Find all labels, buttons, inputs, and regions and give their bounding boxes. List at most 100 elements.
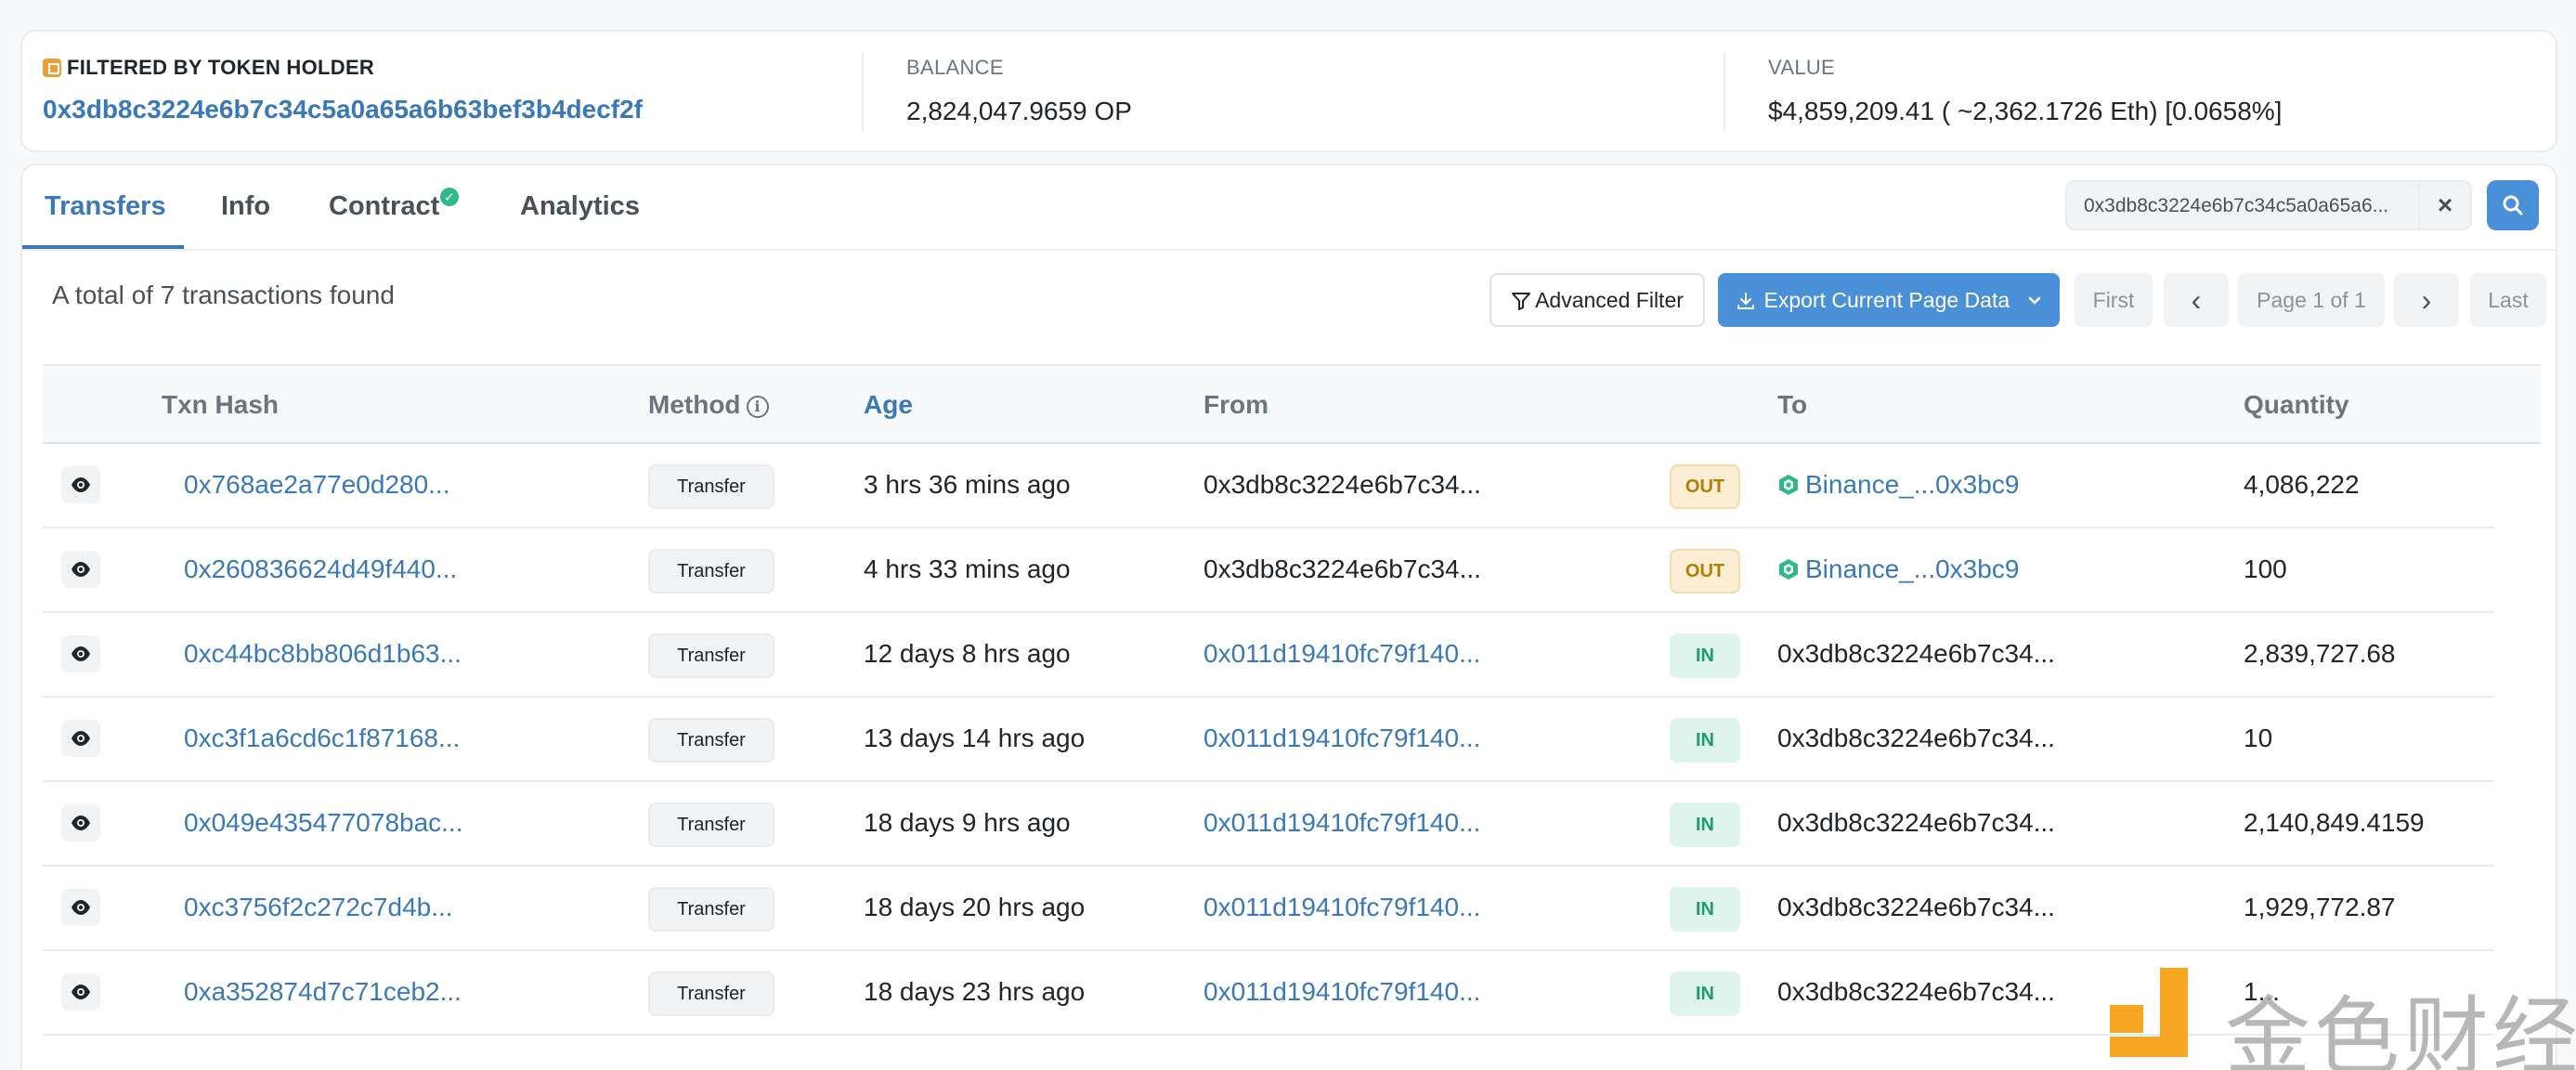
method-badge: Transfer — [648, 549, 774, 594]
eye-icon — [72, 477, 90, 492]
eye-icon — [72, 900, 90, 915]
binance-icon — [1779, 559, 1798, 580]
eye-icon — [72, 731, 90, 746]
from-address[interactable]: 0x011d19410fc79f140... — [1203, 639, 1480, 669]
method-badge: Transfer — [648, 718, 774, 763]
table-row: 0x260836624d49f440... Transfer 4 hrs 33 mi… — [43, 528, 2494, 613]
divider — [862, 52, 864, 132]
active-tab-indicator — [22, 245, 184, 249]
table-row: 0x768ae2a77e0d280... Transfer 3 hrs 36 min… — [43, 444, 2494, 528]
from-address[interactable]: 0x011d19410fc79f140... — [1203, 724, 1480, 753]
header-to: To — [1777, 390, 1808, 419]
view-details-button[interactable] — [61, 466, 100, 503]
view-details-button[interactable] — [61, 889, 100, 926]
first-page-button[interactable]: First — [2075, 273, 2153, 327]
txn-hash-link[interactable]: 0xc3756f2c272c7d4b... — [184, 893, 453, 922]
txn-hash-link[interactable]: 0xc3f1a6cd6c1f87168... — [184, 724, 460, 753]
to-address-text: 0x3db8c3224e6b7c34... — [1777, 808, 2055, 837]
view-details-button[interactable] — [61, 551, 100, 588]
direction-badge: IN — [1670, 887, 1740, 932]
to-address: 0x3db8c3224e6b7c34... — [1777, 977, 2055, 1007]
value-label: VALUE — [1768, 56, 1836, 79]
to-address: 0x3db8c3224e6b7c34... — [1777, 639, 2055, 669]
age-cell: 13 days 14 hrs ago — [864, 724, 1086, 752]
txn-hash-link[interactable]: 0x768ae2a77e0d280... — [184, 470, 450, 500]
chevron-down-icon — [2028, 296, 2040, 305]
last-page-button[interactable]: Last — [2470, 273, 2546, 327]
advanced-filter-label: Advanced Filter — [1535, 288, 1684, 312]
watermark: 金色财经 — [2106, 964, 2576, 1070]
view-details-button[interactable] — [61, 973, 100, 1011]
verified-check-icon: ✓ — [440, 188, 459, 206]
next-page-button[interactable]: › — [2394, 273, 2459, 327]
quantity-cell: 100 — [2244, 555, 2287, 583]
header-quantity: Quantity — [2244, 390, 2349, 419]
txn-hash-link[interactable]: 0xa352874d7c71ceb2... — [184, 977, 462, 1007]
method-badge: Transfer — [648, 464, 774, 509]
direction-badge: OUT — [1670, 464, 1740, 509]
from-address[interactable]: 0x011d19410fc79f140... — [1203, 808, 1480, 838]
to-address-text: 0x3db8c3224e6b7c34... — [1777, 893, 2055, 921]
txn-hash-link[interactable]: 0xc44bc8bb806d1b63... — [184, 639, 462, 669]
txn-hash-link[interactable]: 0x049e435477078bac... — [184, 808, 463, 838]
total-transactions-text: A total of 7 transactions found — [52, 281, 395, 309]
search-icon — [2503, 195, 2523, 215]
tab-bar: Transfers Info Contract ✓ Analytics 0x3d… — [22, 165, 2556, 251]
eye-icon — [72, 646, 90, 661]
search-button[interactable] — [2487, 180, 2539, 230]
tab-transfers[interactable]: Transfers — [45, 191, 166, 222]
token-holder-summary: FILTERED BY TOKEN HOLDER 0x3db8c3224e6b7… — [20, 30, 2557, 152]
to-address[interactable]: Binance_...0x3bc9 — [1777, 555, 2019, 584]
age-cell: 18 days 20 hrs ago — [864, 893, 1086, 921]
export-label: Export Current Page Data — [1763, 288, 2010, 312]
view-details-button[interactable] — [61, 804, 100, 842]
address-filter-input[interactable]: 0x3db8c3224e6b7c34c5a0a65a6... — [2065, 180, 2420, 230]
to-address-text: 0x3db8c3224e6b7c34... — [1777, 977, 2055, 1006]
download-icon — [1737, 293, 1755, 309]
header-age[interactable]: Age — [864, 390, 913, 420]
eye-icon — [72, 562, 90, 577]
watermark-logo-icon — [2110, 968, 2188, 1057]
header-method: Method i — [648, 390, 769, 420]
transfers-panel: Transfers Info Contract ✓ Analytics 0x3d… — [20, 163, 2557, 1070]
method-badge: Transfer — [648, 972, 774, 1016]
direction-badge: OUT — [1670, 549, 1740, 594]
age-cell: 12 days 8 hrs ago — [864, 639, 1071, 668]
direction-badge: IN — [1670, 972, 1740, 1016]
view-details-button[interactable] — [61, 720, 100, 757]
eye-icon — [72, 985, 90, 999]
method-badge: Transfer — [648, 887, 774, 932]
from-address[interactable]: 0x011d19410fc79f140... — [1203, 977, 1480, 1007]
table-row: 0x049e435477078bac... Transfer 18 days 9 h… — [43, 782, 2494, 867]
txn-hash-link[interactable]: 0x260836624d49f440... — [184, 555, 457, 584]
prev-page-button[interactable]: ‹ — [2164, 273, 2229, 327]
from-address: 0x3db8c3224e6b7c34... — [1203, 470, 1481, 499]
view-details-button[interactable] — [61, 635, 100, 672]
export-page-data-button[interactable]: Export Current Page Data — [1718, 273, 2060, 327]
from-address[interactable]: 0x011d19410fc79f140... — [1203, 893, 1480, 922]
quantity-cell: 2,839,727.68 — [2244, 639, 2396, 668]
close-icon[interactable]: × — [2420, 180, 2472, 230]
quantity-cell: 4,086,222 — [2244, 470, 2360, 499]
binance-icon — [1779, 475, 1798, 495]
tab-contract[interactable]: Contract — [329, 191, 439, 222]
tab-analytics[interactable]: Analytics — [520, 191, 640, 222]
tab-info[interactable]: Info — [221, 191, 270, 222]
balance-value: 2,824,047.9659 OP — [906, 97, 1132, 125]
to-address-text: 0x3db8c3224e6b7c34... — [1777, 724, 2055, 752]
balance-column: BALANCE 2,824,047.9659 OP — [906, 56, 1132, 126]
wallet-icon — [43, 59, 61, 77]
method-badge: Transfer — [648, 633, 774, 678]
advanced-filter-button[interactable]: Advanced Filter — [1490, 273, 1705, 327]
direction-badge: IN — [1670, 633, 1740, 678]
balance-label: BALANCE — [906, 56, 1004, 79]
to-address[interactable]: Binance_...0x3bc9 — [1777, 470, 2019, 500]
filter-icon — [1512, 293, 1531, 310]
direction-badge: IN — [1670, 802, 1740, 847]
age-cell: 18 days 9 hrs ago — [864, 808, 1071, 837]
holder-address-link[interactable]: 0x3db8c3224e6b7c34c5a0a65a6b63bef3b4decf… — [43, 95, 643, 124]
info-icon[interactable]: i — [746, 396, 769, 418]
page-indicator: Page 1 of 1 — [2238, 273, 2385, 327]
holder-column: FILTERED BY TOKEN HOLDER 0x3db8c3224e6b7… — [43, 56, 643, 124]
table-row: 0xc3f1a6cd6c1f87168... Transfer 13 days 14… — [43, 698, 2494, 782]
